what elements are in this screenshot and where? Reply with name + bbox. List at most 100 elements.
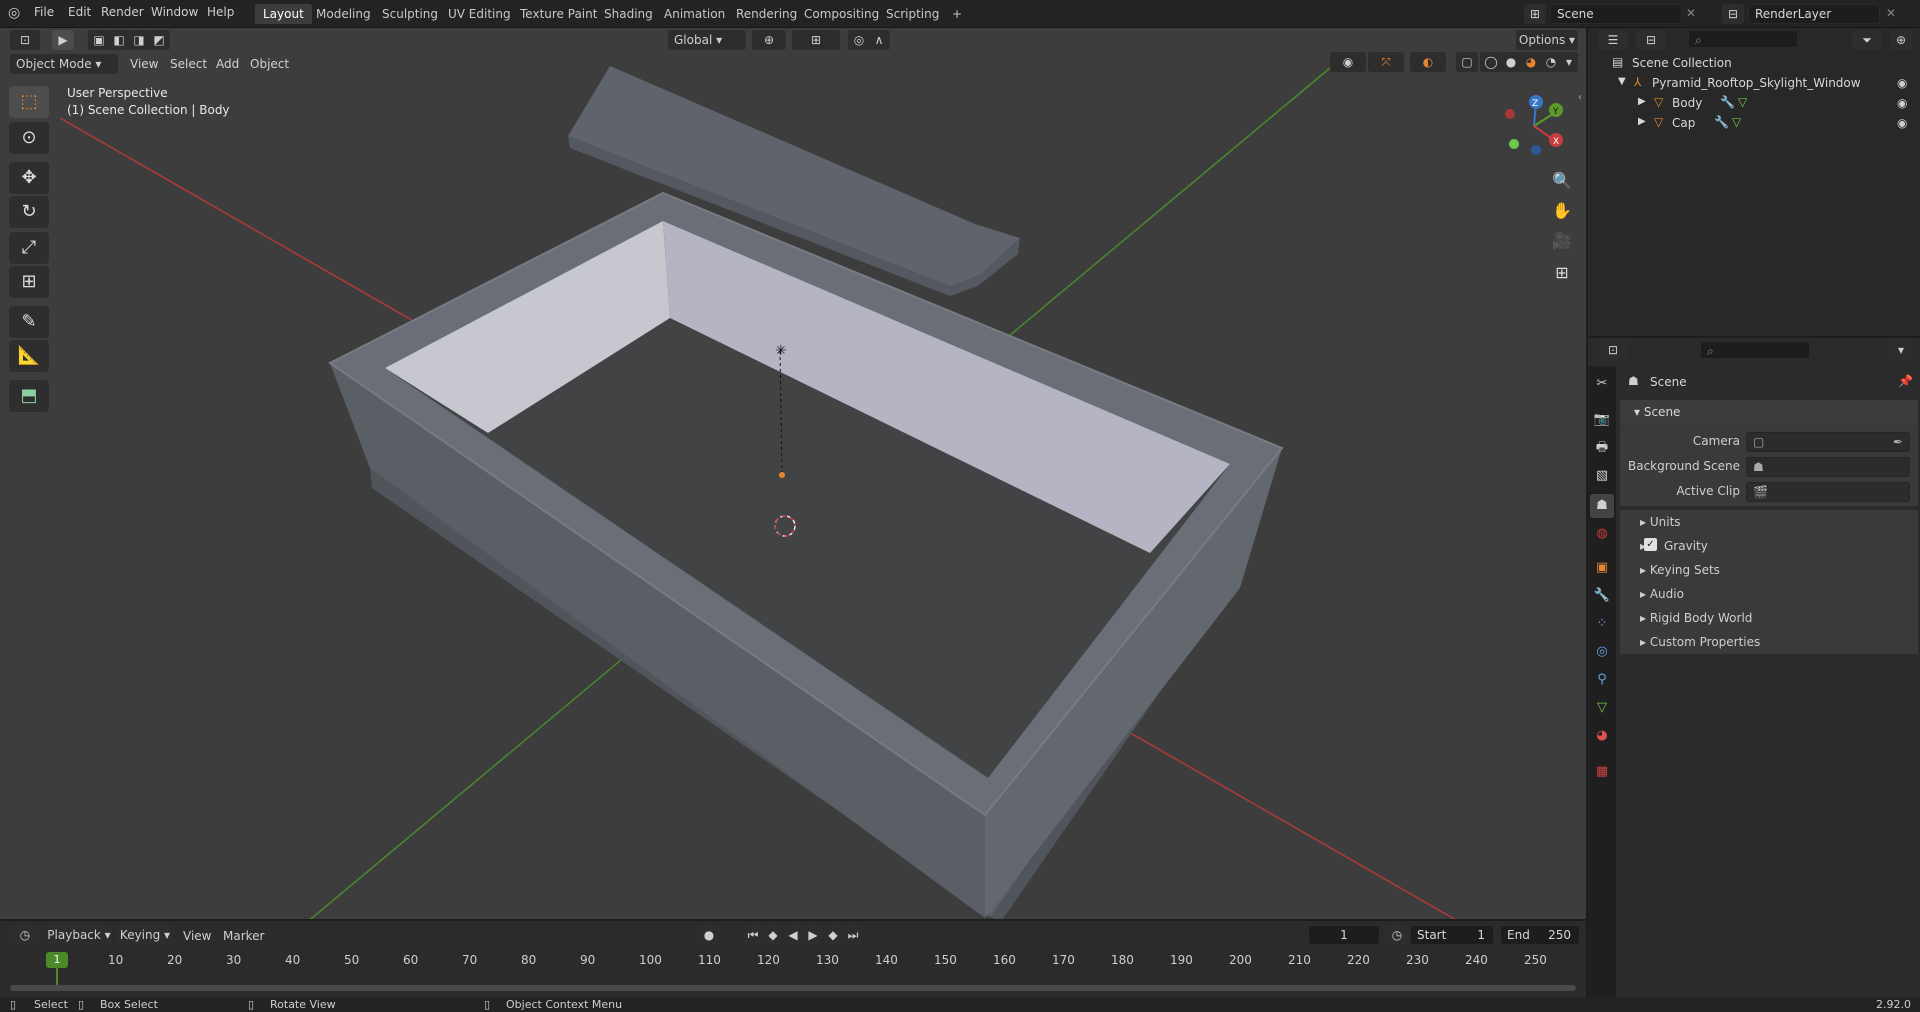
outliner-row-scene-collection[interactable]: ▤ Scene Collection bbox=[1590, 54, 1916, 74]
measure-tool-icon[interactable]: 📐 bbox=[9, 340, 49, 372]
gizmo-toggle-icon[interactable]: ⤧ bbox=[1368, 52, 1404, 72]
eyedropper-icon[interactable]: ✒ bbox=[1893, 435, 1903, 449]
properties-search-input[interactable]: ⌕ bbox=[1700, 341, 1810, 359]
tool-tab-icon[interactable]: ✂ bbox=[1590, 372, 1614, 396]
custom-properties-subpanel[interactable]: ▸ Custom Properties bbox=[1620, 630, 1918, 654]
scene-name-field[interactable]: Scene bbox=[1550, 4, 1682, 24]
outliner-filter-icon[interactable]: ⏷ bbox=[1852, 30, 1882, 50]
output-tab-icon[interactable]: 🖶 bbox=[1590, 436, 1614, 460]
select-new-icon[interactable]: ▣ bbox=[88, 30, 110, 50]
editor-type-icon[interactable]: ⊡ bbox=[10, 30, 40, 50]
gravity-checkbox[interactable]: ✓ bbox=[1644, 538, 1657, 551]
mesh-data-icon[interactable]: ▽ bbox=[1732, 115, 1741, 129]
wireframe-shading-icon[interactable]: ◯ bbox=[1480, 52, 1502, 72]
record-icon[interactable]: ● bbox=[698, 925, 720, 945]
3d-viewport[interactable]: ✳ bbox=[0, 28, 1586, 919]
keying-menu[interactable]: Keying ▾ bbox=[116, 925, 174, 945]
transform-orientation-dropdown[interactable]: Global ▾ bbox=[668, 30, 746, 50]
scene-tab-icon[interactable]: ☗ bbox=[1590, 494, 1614, 518]
modifier-icon[interactable]: 🔧 bbox=[1720, 95, 1735, 109]
add-cube-tool-icon[interactable]: ⬒ bbox=[9, 380, 49, 412]
outliner-display-mode-icon[interactable]: ⊟ bbox=[1636, 30, 1666, 50]
tab-rendering[interactable]: Rendering bbox=[728, 4, 805, 24]
pivot-point-icon[interactable]: ⊕ bbox=[752, 30, 786, 50]
view-layer-tab-icon[interactable]: ▧ bbox=[1590, 464, 1614, 488]
end-frame-field[interactable]: End 250 bbox=[1500, 925, 1580, 945]
audio-subpanel[interactable]: ▸ Audio bbox=[1620, 582, 1918, 606]
units-subpanel[interactable]: ▸ Units bbox=[1620, 510, 1918, 534]
viewport-menu-select[interactable]: Select bbox=[170, 57, 207, 71]
object-mode-dropdown[interactable]: Object Mode ▾ bbox=[10, 54, 118, 74]
tab-modeling[interactable]: Modeling bbox=[308, 4, 379, 24]
texture-tab-icon[interactable]: ▦ bbox=[1590, 760, 1614, 784]
constraints-tab-icon[interactable]: ⚲ bbox=[1590, 668, 1614, 692]
viewport-menu-add[interactable]: Add bbox=[216, 57, 239, 71]
material-tab-icon[interactable]: ◕ bbox=[1590, 724, 1614, 748]
properties-editor-type-icon[interactable]: ⊡ bbox=[1598, 340, 1628, 360]
pin-icon[interactable]: 📌 bbox=[1898, 374, 1913, 388]
current-frame-field[interactable]: 1 bbox=[1308, 925, 1380, 945]
zoom-icon[interactable]: 🔍 bbox=[1549, 168, 1575, 194]
light-icon[interactable]: ✳ bbox=[775, 343, 787, 359]
falloff-icon[interactable]: ∧ bbox=[868, 30, 890, 50]
object-origin[interactable] bbox=[779, 472, 785, 478]
data-tab-icon[interactable]: ▽ bbox=[1590, 696, 1614, 720]
outliner-new-collection-icon[interactable]: ⊕ bbox=[1890, 30, 1912, 50]
jump-keyframe-back-icon[interactable]: ◆ bbox=[764, 925, 782, 945]
visibility-eye-icon[interactable]: ◉ bbox=[1897, 76, 1907, 90]
gravity-subpanel[interactable]: ▸ ✓Gravity bbox=[1620, 534, 1918, 558]
outliner-row-pyramid[interactable]: ▼ ⅄ Pyramid_Rooftop_Skylight_Window bbox=[1590, 74, 1916, 94]
render-layer-field[interactable]: RenderLayer bbox=[1748, 4, 1880, 24]
particles-tab-icon[interactable]: ⁘ bbox=[1590, 612, 1614, 636]
modifier-icon[interactable]: 🔧 bbox=[1714, 115, 1729, 129]
scene-browse-icon[interactable]: ⊞ bbox=[1524, 4, 1546, 24]
solid-shading-icon[interactable]: ● bbox=[1500, 52, 1522, 72]
menu-render[interactable]: Render bbox=[101, 5, 144, 19]
viewport-menu-view[interactable]: View bbox=[130, 57, 158, 71]
select-extend-icon[interactable]: ◧ bbox=[108, 30, 130, 50]
tab-compositing[interactable]: Compositing bbox=[796, 4, 887, 24]
physics-tab-icon[interactable]: ◎ bbox=[1590, 640, 1614, 664]
visibility-eye-icon[interactable]: ◉ bbox=[1897, 96, 1907, 110]
timeline-menu-marker[interactable]: Marker bbox=[223, 929, 264, 943]
rotate-tool-icon[interactable]: ↻ bbox=[9, 196, 49, 228]
pan-icon[interactable]: ✋ bbox=[1549, 198, 1575, 224]
timeline-editor-type-icon[interactable]: ◷ bbox=[10, 925, 40, 945]
mesh-data-icon[interactable]: ▽ bbox=[1738, 95, 1747, 109]
tab-sculpting[interactable]: Sculpting bbox=[374, 4, 446, 24]
playback-menu[interactable]: Playback ▾ bbox=[46, 925, 112, 945]
play-reverse-icon[interactable]: ◀ bbox=[784, 925, 802, 945]
blender-logo-icon[interactable]: ◎ bbox=[8, 5, 20, 21]
properties-options-icon[interactable]: ▾ bbox=[1890, 340, 1912, 360]
overlays-icon[interactable]: ◐ bbox=[1410, 52, 1446, 72]
cursor-tool-icon[interactable]: ⊙ bbox=[9, 122, 49, 154]
visibility-eye-icon[interactable]: ◉ bbox=[1897, 116, 1907, 130]
expand-arrow-icon[interactable]: ▼ bbox=[1618, 76, 1626, 87]
sidebar-toggle-icon[interactable]: ‹ bbox=[1578, 92, 1582, 103]
tab-shading[interactable]: Shading bbox=[596, 4, 661, 24]
outliner-search-input[interactable]: ⌕ bbox=[1688, 30, 1798, 48]
outliner-row-body[interactable]: ▶ ▽ Body 🔧 ▽ bbox=[1590, 94, 1916, 114]
render-tab-icon[interactable]: 📷 bbox=[1590, 408, 1614, 432]
add-workspace-button[interactable]: + bbox=[944, 4, 970, 24]
shading-options-icon[interactable]: ▾ bbox=[1560, 52, 1578, 72]
modifier-tab-icon[interactable]: 🔧 bbox=[1590, 584, 1614, 608]
options-dropdown[interactable]: Options ▾ bbox=[1516, 30, 1578, 50]
menu-window[interactable]: Window bbox=[151, 5, 198, 19]
play-icon[interactable]: ▶ bbox=[804, 925, 822, 945]
expand-arrow-icon[interactable]: ▶ bbox=[1638, 116, 1646, 127]
navigation-gizmo[interactable]: Z Y X bbox=[1496, 90, 1566, 160]
tab-layout[interactable]: Layout bbox=[255, 4, 312, 24]
scene-close-icon[interactable]: ✕ bbox=[1686, 6, 1696, 20]
select-box-tool-icon[interactable]: ⬚ bbox=[9, 86, 49, 118]
jump-start-icon[interactable]: ⏮ bbox=[744, 925, 762, 945]
select-invert-icon[interactable]: ◩ bbox=[148, 30, 170, 50]
viewport-menu-object[interactable]: Object bbox=[250, 57, 289, 71]
object-tab-icon[interactable]: ▣ bbox=[1590, 556, 1614, 580]
xray-icon[interactable]: ▢ bbox=[1456, 52, 1478, 72]
select-subtract-icon[interactable]: ◨ bbox=[128, 30, 150, 50]
tab-animation[interactable]: Animation bbox=[656, 4, 733, 24]
playhead[interactable]: 1 bbox=[46, 952, 68, 968]
active-clip-field[interactable]: 🎬 bbox=[1746, 482, 1910, 502]
annotate-tool-icon[interactable]: ✎ bbox=[9, 306, 49, 338]
